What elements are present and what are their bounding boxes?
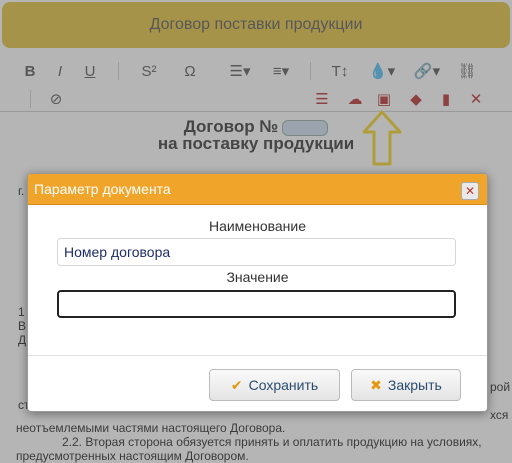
close-icon: ✖ — [370, 376, 382, 393]
dialog-close-icon[interactable]: ✕ — [461, 182, 479, 200]
close-button[interactable]: ✖ Закрыть — [351, 369, 461, 401]
document-parameter-dialog: Параметр документа ✕ Наименование Значен… — [27, 173, 488, 412]
close-button-label: Закрыть — [387, 377, 442, 393]
value-input[interactable] — [57, 290, 456, 318]
save-button-label: Сохранить — [248, 377, 319, 393]
dialog-divider — [28, 355, 487, 356]
name-label: Наименование — [208, 218, 307, 234]
name-input[interactable] — [57, 238, 456, 266]
value-label: Значение — [226, 269, 289, 285]
save-button[interactable]: ✔ Сохранить — [209, 369, 340, 401]
check-icon: ✔ — [230, 376, 243, 393]
dialog-header: Параметр документа ✕ — [28, 174, 487, 205]
dialog-title: Параметр документа — [34, 181, 171, 197]
